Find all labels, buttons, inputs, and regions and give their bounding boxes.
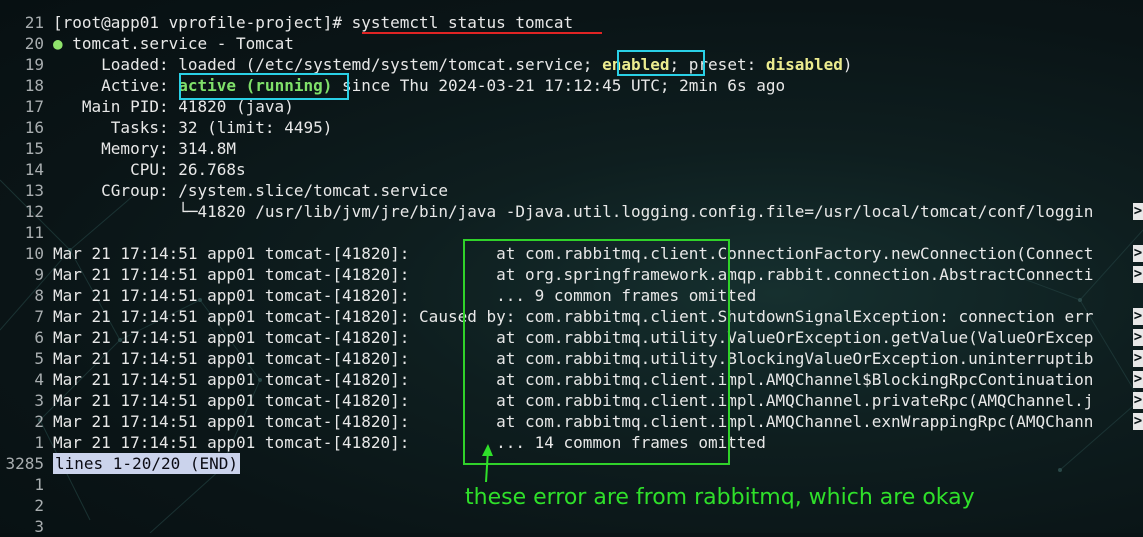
truncation-marker-icon: >: [1133, 329, 1143, 346]
line-number: 17: [24, 97, 44, 116]
command-underline: [362, 32, 602, 34]
terminal-line: 21 [root@app01 vprofile-project]# systemc…: [0, 12, 1143, 33]
line-number: 2: [34, 412, 44, 431]
text-segment: [root@app01 vprofile-project]#: [53, 13, 352, 32]
text-segment: Tasks: 32 (limit: 4495): [53, 118, 333, 137]
text-segment: Active:: [53, 76, 179, 95]
line-content: lines 1-20/20 (END): [53, 453, 241, 474]
line-number: 13: [24, 181, 44, 200]
line-content: Loaded: loaded (/etc/systemd/system/tomc…: [53, 54, 853, 75]
terminal-line: 13 CGroup: /system.slice/tomcat.service: [0, 180, 1143, 201]
text-segment: └─41820 /usr/lib/jvm/jre/bin/java -Djava…: [53, 202, 1094, 221]
line-number: 20: [24, 34, 44, 53]
line-number: 21: [24, 13, 44, 32]
annotation-text: these error are from rabbitmq, which are…: [465, 485, 975, 510]
line-number: 4: [34, 370, 44, 389]
truncation-marker-icon: >: [1133, 371, 1143, 388]
line-number: 1: [34, 475, 44, 494]
text-segment: CGroup: /system.slice/tomcat.service: [53, 181, 448, 200]
line-content: ● tomcat.service - Tomcat: [53, 33, 294, 54]
line-number: 7: [34, 307, 44, 326]
rabbitmq-errors-highlight-box: [463, 239, 730, 465]
line-number: 14: [24, 160, 44, 179]
terminal-line: 19 Loaded: loaded (/etc/systemd/system/t…: [0, 54, 1143, 75]
truncation-marker-icon: >: [1133, 350, 1143, 367]
text-segment: since Thu 2024-03-21 17:12:45 UTC; 2min …: [332, 76, 786, 95]
text-segment: systemctl status tomcat: [351, 13, 574, 32]
text-segment: tomcat.service - Tomcat: [62, 34, 294, 53]
line-number: 5: [34, 349, 44, 368]
truncation-marker-icon: >: [1133, 308, 1143, 325]
line-number: 9: [34, 265, 44, 284]
truncation-marker-icon: >: [1133, 392, 1143, 409]
active-running-highlight-box: [179, 73, 349, 100]
terminal-line: 14 CPU: 26.768s: [0, 159, 1143, 180]
terminal-line: 17 Main PID: 41820 (java): [0, 96, 1143, 117]
terminal-line: 12 └─41820 /usr/lib/jvm/jre/bin/java -Dj…: [0, 201, 1143, 222]
line-number: 3285: [5, 454, 44, 473]
truncation-marker-icon: >: [1133, 203, 1143, 220]
line-number: 16: [24, 118, 44, 137]
truncation-marker-icon: >: [1133, 266, 1143, 283]
line-number: 11: [24, 223, 44, 242]
line-number: 3: [34, 517, 44, 536]
line-content: └─41820 /usr/lib/jvm/jre/bin/java -Djava…: [53, 201, 1093, 222]
line-content: CGroup: /system.slice/tomcat.service: [53, 180, 448, 201]
line-content: CPU: 26.768s: [53, 159, 246, 180]
line-number: 12: [24, 202, 44, 221]
line-number: 15: [24, 139, 44, 158]
line-number: 18: [24, 76, 44, 95]
line-content: Tasks: 32 (limit: 4495): [53, 117, 333, 138]
text-segment: Loaded: loaded (/etc/systemd/system/tomc…: [53, 55, 603, 74]
enabled-highlight-box: [617, 50, 705, 76]
text-segment: CPU: 26.768s: [53, 160, 246, 179]
terminal-line: 18 Active: active (running) since Thu 20…: [0, 75, 1143, 96]
line-number: 19: [24, 55, 44, 74]
terminal-line: 15 Memory: 314.8M: [0, 138, 1143, 159]
line-content: Memory: 314.8M: [53, 138, 236, 159]
line-number: 1: [34, 433, 44, 452]
line-number: 10: [24, 244, 44, 263]
line-content: Active: active (running) since Thu 2024-…: [53, 75, 785, 96]
terminal-line: 16 Tasks: 32 (limit: 4495): [0, 117, 1143, 138]
text-segment: Memory: 314.8M: [53, 139, 237, 158]
text-segment: ): [842, 55, 853, 74]
line-content: [root@app01 vprofile-project]# systemctl…: [53, 12, 573, 33]
line-number: 8: [34, 286, 44, 305]
pager-status-bar: lines 1-20/20 (END): [53, 453, 241, 474]
terminal-line: 3: [0, 516, 1143, 537]
line-number: 3: [34, 391, 44, 410]
line-number: 2: [34, 496, 44, 515]
status-dot-icon: ●: [53, 34, 63, 53]
line-number: 6: [34, 328, 44, 347]
truncation-marker-icon: >: [1133, 245, 1143, 262]
terminal-line: 20 ● tomcat.service - Tomcat: [0, 33, 1143, 54]
truncation-marker-icon: >: [1133, 413, 1143, 430]
annotation-arrow-icon: [482, 444, 493, 483]
highlighted-text: disabled: [765, 55, 843, 74]
